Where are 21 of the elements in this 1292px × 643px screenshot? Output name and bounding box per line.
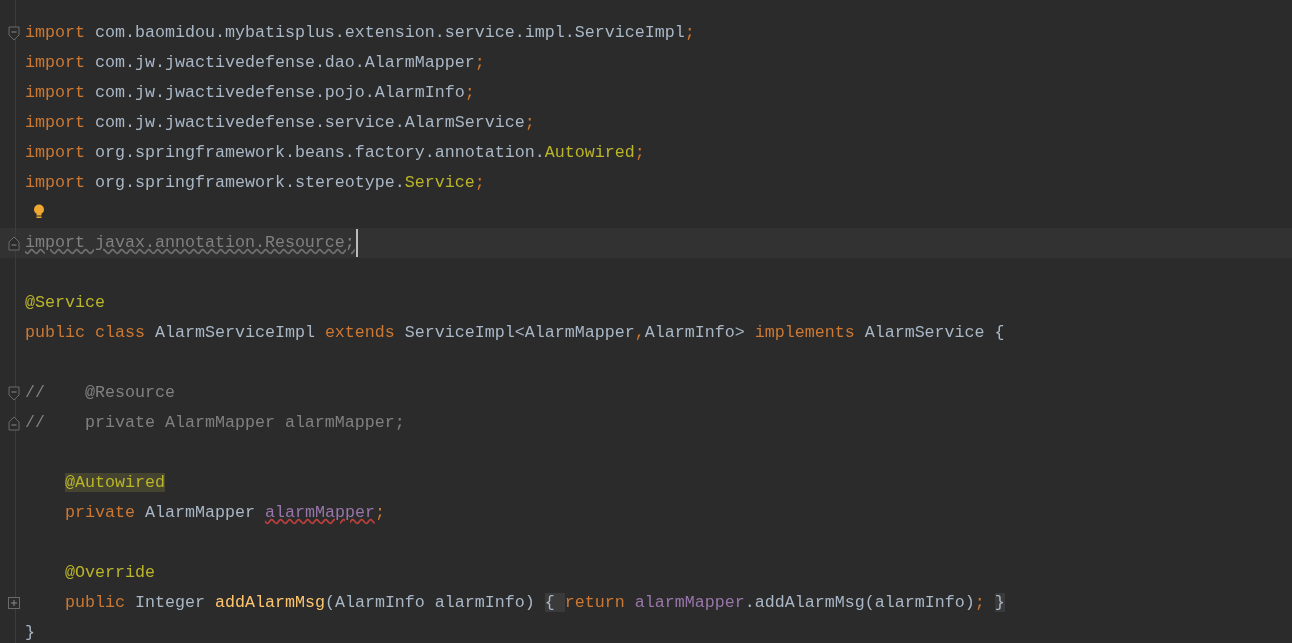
- code-line: // @Resource: [25, 383, 175, 403]
- fold-icon[interactable]: [8, 385, 20, 401]
- code-line: public Integer addAlarmMsg(AlarmInfo alarmInfo) { return alarmMapper.addAlarmMsg(alarmInfo); }: [65, 593, 1005, 613]
- code-line: import javax.annotation.Resource;: [25, 233, 355, 253]
- code-line: import com.jw.jwactivedefense.dao.AlarmMapper;: [25, 53, 485, 73]
- code-line: private AlarmMapper alarmMapper;: [65, 503, 385, 523]
- code-line: public class AlarmServiceImpl extends ServiceImpl<AlarmMapper,AlarmInfo> implements AlarmService {: [25, 323, 1005, 343]
- expand-icon[interactable]: [8, 597, 20, 609]
- code-line: import org.springframework.beans.factory.annotation.Autowired;: [25, 143, 645, 163]
- lightbulb-icon[interactable]: [33, 203, 45, 219]
- code-line: // private AlarmMapper alarmMapper;: [25, 413, 405, 433]
- code-line: import com.jw.jwactivedefense.pojo.AlarmInfo;: [25, 83, 475, 103]
- code-line: @Service: [25, 293, 105, 313]
- code-line: import com.baomidou.mybatisplus.extension.service.impl.ServiceImpl;: [25, 23, 695, 43]
- fold-icon[interactable]: [8, 25, 20, 41]
- fold-icon[interactable]: [8, 415, 20, 431]
- code-line: }: [25, 623, 35, 643]
- fold-icon[interactable]: [8, 235, 20, 251]
- code-line: import com.jw.jwactivedefense.service.AlarmService;: [25, 113, 535, 133]
- code-line: import org.springframework.stereotype.Service;: [25, 173, 485, 193]
- code-line: @Override: [65, 563, 155, 583]
